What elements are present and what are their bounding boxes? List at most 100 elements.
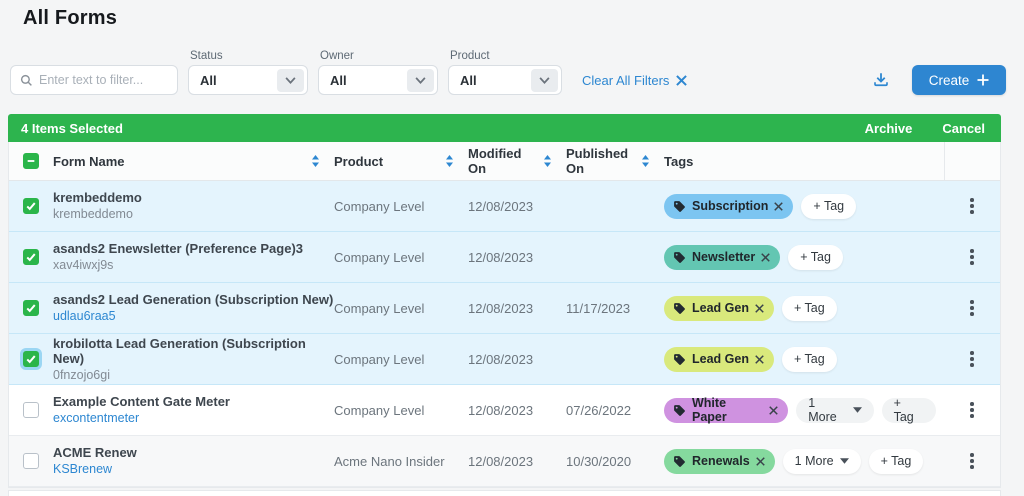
filter-owner-label: Owner [318,50,438,62]
form-id-link[interactable]: excontentmeter [53,411,334,426]
form-id-link[interactable]: udlau6raa5 [53,309,334,324]
row-checkbox[interactable] [23,249,39,265]
published-on-cell: 11/17/2023 [566,301,664,316]
kebab-menu[interactable] [962,194,982,218]
column-header-published-on[interactable]: Published On [566,142,664,180]
all-forms-page: All Forms Status All Owner All [0,0,1024,496]
more-tags-button[interactable]: 1 More [796,398,873,423]
published-on-cell: 10/30/2020 [566,454,664,469]
product-select[interactable]: All [448,65,562,95]
cancel-button[interactable]: Cancel [942,121,985,136]
row-checkbox[interactable] [23,198,39,214]
sort-icon[interactable] [641,154,650,168]
chevron-down-icon [277,69,304,92]
remove-tag-icon[interactable] [769,406,778,415]
search-box[interactable] [10,65,178,95]
product-cell: Company Level [334,250,468,265]
remove-tag-icon[interactable] [755,304,764,313]
column-header-product[interactable]: Product [334,142,468,180]
sort-icon[interactable] [445,154,454,168]
create-button[interactable]: Create [912,65,1006,95]
table-row: asands2 Lead Generation (Subscription Ne… [9,283,1000,334]
close-icon[interactable] [676,75,687,86]
filter-product-label: Product [448,50,562,62]
filter-product: Product All [448,50,562,95]
remove-tag-icon[interactable] [756,457,765,466]
kebab-menu[interactable] [962,398,982,422]
kebab-menu[interactable] [962,347,982,371]
plus-icon [977,74,989,86]
tag-icon [673,455,686,468]
forms-table: Form Name Product Modified On Published … [8,142,1001,488]
row-checkbox[interactable] [23,351,39,367]
tag-pill[interactable]: Subscription [664,194,793,219]
kebab-menu[interactable] [962,296,982,320]
table-header: Form Name Product Modified On Published … [9,142,1000,181]
page-title: All Forms [0,0,1024,30]
selection-count: 4 Items Selected [21,121,123,136]
product-cell: Company Level [334,352,468,367]
table-row: krobilotta Lead Generation (Subscription… [9,334,1000,385]
tag-icon [673,200,686,213]
product-cell: Acme Nano Insider [334,454,468,469]
tag-pill[interactable]: Lead Gen [664,347,774,372]
row-checkbox[interactable] [23,402,39,418]
chevron-down-icon [407,69,434,92]
published-on-cell: 07/26/2022 [566,403,664,418]
tag-pill[interactable]: Lead Gen [664,296,774,321]
column-header-tags: Tags [664,142,944,180]
column-header-form-name[interactable]: Form Name [53,142,334,180]
clear-all-filters-link[interactable]: Clear All Filters [582,65,687,95]
row-checkbox[interactable] [23,453,39,469]
tag-icon [673,353,686,366]
kebab-menu[interactable] [962,449,982,473]
archive-button[interactable]: Archive [865,121,913,136]
form-id-link[interactable]: KSBrenew [53,462,334,477]
row-checkbox[interactable] [23,300,39,316]
selection-bar: 4 Items Selected Archive Cancel [8,114,1001,142]
kebab-menu[interactable] [962,245,982,269]
search-input[interactable] [39,73,168,87]
owner-select[interactable]: All [318,65,438,95]
modified-on-cell: 12/08/2023 [468,250,566,265]
tag-icon [673,404,686,417]
table-row: Example Content Gate Meter excontentmete… [9,385,1000,436]
add-tag-button[interactable]: + Tag [788,245,843,270]
form-name[interactable]: ACME Renew [53,445,334,460]
toolbar: Status All Owner All Product All [10,50,1006,95]
form-name[interactable]: Example Content Gate Meter [53,394,334,409]
tag-pill[interactable]: White Paper [664,398,788,423]
tag-pill[interactable]: Newsletter [664,245,780,270]
select-all-checkbox[interactable] [23,153,39,169]
caret-down-icon [853,407,862,413]
product-cell: Company Level [334,199,468,214]
tag-icon [673,251,686,264]
form-name[interactable]: asands2 Enewsletter (Preference Page)3 [53,241,334,256]
column-header-modified-on[interactable]: Modified On [468,142,566,180]
download-button[interactable] [872,65,890,95]
form-id: xav4iwxj9s [53,258,334,273]
modified-on-cell: 12/08/2023 [468,199,566,214]
add-tag-button[interactable]: + Tag [782,296,837,321]
tag-pill[interactable]: Renewals [664,449,775,474]
sort-icon[interactable] [311,154,320,168]
form-name[interactable]: krobilotta Lead Generation (Subscription… [53,336,334,366]
more-tags-button[interactable]: 1 More [783,449,861,474]
form-name[interactable]: asands2 Lead Generation (Subscription Ne… [53,292,334,307]
sort-icon[interactable] [543,154,552,168]
modified-on-cell: 12/08/2023 [468,403,566,418]
form-name[interactable]: krembeddemo [53,190,334,205]
remove-tag-icon[interactable] [755,355,764,364]
add-tag-button[interactable]: + Tag [801,194,856,219]
table-row: krembeddemo krembeddemo Company Level 12… [9,181,1000,232]
filter-status: Status All [188,50,308,95]
add-tag-button[interactable]: + Tag [869,449,924,474]
status-select[interactable]: All [188,65,308,95]
filter-owner: Owner All [318,50,438,95]
column-header-actions [944,142,1000,180]
remove-tag-icon[interactable] [774,202,783,211]
add-tag-button[interactable]: + Tag [782,347,837,372]
modified-on-cell: 12/08/2023 [468,454,566,469]
remove-tag-icon[interactable] [761,253,770,262]
add-tag-button[interactable]: + Tag [882,398,936,423]
